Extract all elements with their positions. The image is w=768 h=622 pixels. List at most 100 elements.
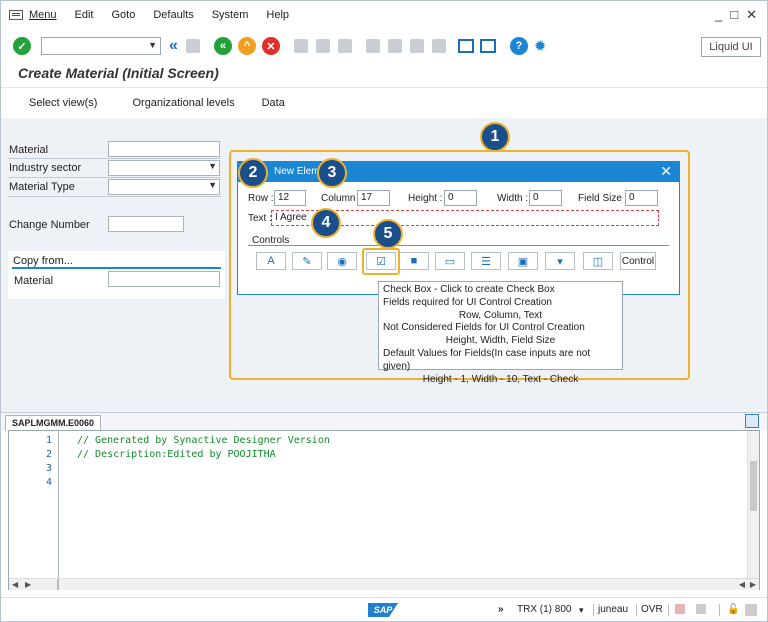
text-control-icon[interactable]: A	[256, 252, 286, 270]
org-levels-button[interactable]: Organizational levels	[132, 97, 234, 109]
shortcut-icon[interactable]	[479, 39, 496, 53]
editor-tab[interactable]: SAPLMGMM.E0060	[5, 415, 102, 431]
exit-icon[interactable]: ^	[237, 37, 256, 55]
gear-icon[interactable]: ✹	[534, 37, 547, 55]
list-control-icon[interactable]: ☰	[471, 252, 501, 270]
scroll-left-icon[interactable]: ◀	[12, 580, 18, 589]
enter-check-icon[interactable]: ✓	[13, 37, 31, 55]
image-control-icon[interactable]: ▣	[508, 252, 538, 270]
standard-toolbar: ✓ ▼ « « ^ ✕ ? ✹ Liquid UI	[1, 31, 767, 61]
copy-from-title: Copy from...	[13, 255, 73, 267]
new-session-icon[interactable]	[457, 39, 474, 53]
industry-sector-select[interactable]: ▼	[108, 160, 220, 176]
insert-mode: OVR	[641, 604, 663, 615]
divider	[593, 604, 594, 616]
divider	[719, 604, 720, 616]
command-field[interactable]: ▼	[41, 37, 161, 55]
pushbutton-control-icon[interactable]: ■	[399, 252, 429, 270]
find-icon[interactable]	[315, 39, 330, 53]
close-icon[interactable]: ✕	[746, 7, 757, 23]
step-badge-5: 5	[373, 219, 403, 249]
transaction-info: TRX (1) 800	[517, 604, 572, 615]
double-left-arrow-icon[interactable]: «	[169, 37, 178, 55]
menu-list-icon[interactable]	[9, 10, 23, 20]
change-number-input[interactable]	[108, 216, 184, 232]
menu-item-menu[interactable]: Menu	[29, 9, 57, 21]
checkbox-highlight	[362, 248, 400, 275]
copy-material-input[interactable]	[108, 271, 220, 287]
material-input[interactable]	[108, 141, 220, 157]
control-button[interactable]: Control	[620, 252, 656, 270]
divider	[636, 604, 637, 616]
radio-control-icon[interactable]: ◉	[327, 252, 357, 270]
data-button[interactable]: Data	[262, 97, 285, 109]
tooltip-line: Height - 1, Width - 10, Text - Check	[422, 373, 579, 385]
material-label: Material	[9, 144, 49, 156]
print-icon[interactable]	[293, 39, 308, 53]
save-icon[interactable]	[185, 39, 200, 53]
liquid-ui-button[interactable]: Liquid UI	[701, 37, 761, 57]
menu-item-system[interactable]: System	[212, 9, 249, 21]
copy-from-group: Copy from... Material	[8, 251, 225, 299]
find-next-icon[interactable]	[337, 39, 352, 53]
pencil-control-icon[interactable]: ✎	[292, 252, 322, 270]
field-size-input[interactable]: 0	[625, 190, 658, 206]
chevrons-icon[interactable]: »	[498, 604, 504, 615]
text-label: Text :	[248, 213, 272, 224]
save-icon[interactable]	[745, 414, 759, 428]
tooltip-line: Height, Width, Field Size	[445, 335, 556, 347]
vertical-scrollbar[interactable]	[747, 431, 759, 578]
next-page-icon[interactable]	[409, 39, 424, 53]
lock-icon[interactable]: 🔓	[727, 604, 739, 615]
line-number: 1	[45, 435, 52, 446]
close-icon[interactable]: ✕	[660, 163, 672, 180]
controls-divider	[248, 245, 669, 246]
script-editor[interactable]: 1 2 3 4 // Generated by Synactive Design…	[8, 430, 760, 590]
line-number: 4	[45, 477, 52, 488]
maximize-icon[interactable]: □	[730, 7, 738, 23]
checkbox-tooltip: Check Box - Click to create Check Box Fi…	[378, 281, 623, 385]
tab-control-icon[interactable]: ◫	[583, 252, 613, 270]
sap-logo: SAP	[368, 603, 398, 617]
divider	[8, 196, 221, 197]
first-page-icon[interactable]	[365, 39, 380, 53]
width-input[interactable]: 0	[529, 190, 562, 206]
dropdown-control-icon[interactable]: ▾	[545, 252, 575, 270]
material-type-select[interactable]: ▼	[108, 179, 220, 195]
chevron-down-icon[interactable]: ▾	[579, 605, 584, 616]
code-line: // Description:Edited by POOJITHA	[77, 449, 276, 460]
height-input[interactable]: 0	[444, 190, 477, 206]
scroll-right-icon[interactable]: ▶	[750, 580, 756, 589]
code-line: // Generated by Synactive Designer Versi…	[77, 435, 330, 446]
layout-icon[interactable]	[745, 604, 757, 616]
scroll-right-icon[interactable]: ▶	[25, 580, 31, 589]
prev-page-icon[interactable]	[387, 39, 402, 53]
tooltip-line: Not Considered Fields for UI Control Cre…	[383, 322, 585, 334]
minimize-icon[interactable]: _	[715, 7, 722, 23]
last-page-icon[interactable]	[431, 39, 446, 53]
tooltip-line: Default Values for Fields(In case inputs…	[383, 347, 591, 372]
menu-item-help[interactable]: Help	[266, 9, 289, 21]
box-control-icon[interactable]: ▭	[435, 252, 465, 270]
copy-material-label: Material	[14, 275, 54, 287]
step-badge-2: 2	[238, 158, 268, 188]
width-label: Width :	[497, 193, 529, 204]
cancel-icon[interactable]: ✕	[261, 37, 280, 55]
menu-item-edit[interactable]: Edit	[75, 9, 94, 21]
page-title: Create Material (Initial Screen)	[18, 65, 219, 81]
horizontal-scrollbar[interactable]: ◀ ▶ ◀ ▶	[9, 578, 759, 590]
line-gutter: 1 2 3 4	[9, 431, 59, 578]
row-input[interactable]: 12	[274, 190, 306, 206]
help-icon[interactable]: ?	[509, 37, 528, 55]
scroll-left-icon[interactable]: ◀	[739, 580, 745, 589]
menu-item-goto[interactable]: Goto	[112, 9, 136, 21]
select-views-button[interactable]: Select view(s)	[29, 97, 97, 109]
field-size-label: Field Size :	[578, 193, 628, 204]
back-icon[interactable]: «	[213, 37, 232, 55]
tooltip-line: Fields required for UI Control Creation	[383, 296, 552, 308]
chevron-down-icon: ▼	[208, 161, 217, 171]
tooltip-line: Check Box - Click to create Check Box	[383, 284, 555, 295]
column-input[interactable]: 17	[357, 190, 390, 206]
scroll-thumb[interactable]	[750, 461, 757, 511]
menu-item-defaults[interactable]: Defaults	[153, 9, 193, 21]
